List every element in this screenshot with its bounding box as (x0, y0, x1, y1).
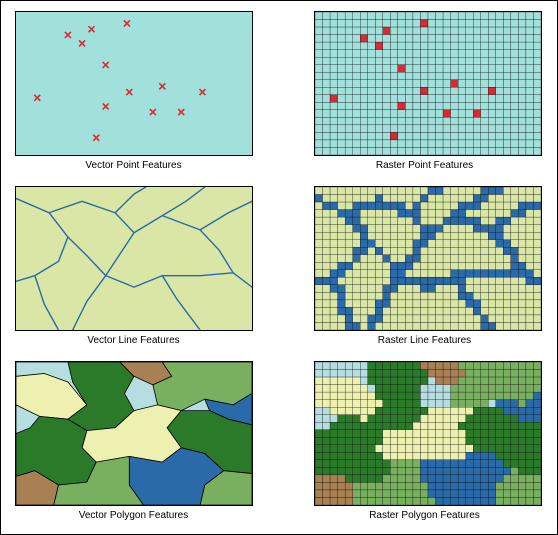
cell-raster-polygon: Raster Polygon Features (302, 361, 547, 530)
raster-polygon-panel (314, 361, 542, 506)
caption-raster-polygon: Raster Polygon Features (369, 510, 480, 521)
raster-line-panel (314, 186, 542, 331)
raster-point-panel (314, 11, 542, 156)
vector-point-panel (15, 11, 253, 156)
caption-vector-point: Vector Point Features (85, 160, 181, 171)
caption-vector-polygon: Vector Polygon Features (79, 510, 189, 521)
caption-vector-line: Vector Line Features (87, 335, 179, 346)
caption-raster-point: Raster Point Features (376, 160, 473, 171)
cell-vector-point: Vector Point Features (11, 11, 256, 180)
cell-vector-line: Vector Line Features (11, 186, 256, 355)
cell-raster-line: Raster Line Features (302, 186, 547, 355)
caption-raster-line: Raster Line Features (378, 335, 471, 346)
diagram-container: Vector Point Features Raster Point Featu… (0, 0, 558, 535)
vector-line-panel (15, 186, 253, 331)
vector-polygon-panel (15, 361, 253, 506)
cell-vector-polygon: Vector Polygon Features (11, 361, 256, 530)
cell-raster-point: Raster Point Features (302, 11, 547, 180)
